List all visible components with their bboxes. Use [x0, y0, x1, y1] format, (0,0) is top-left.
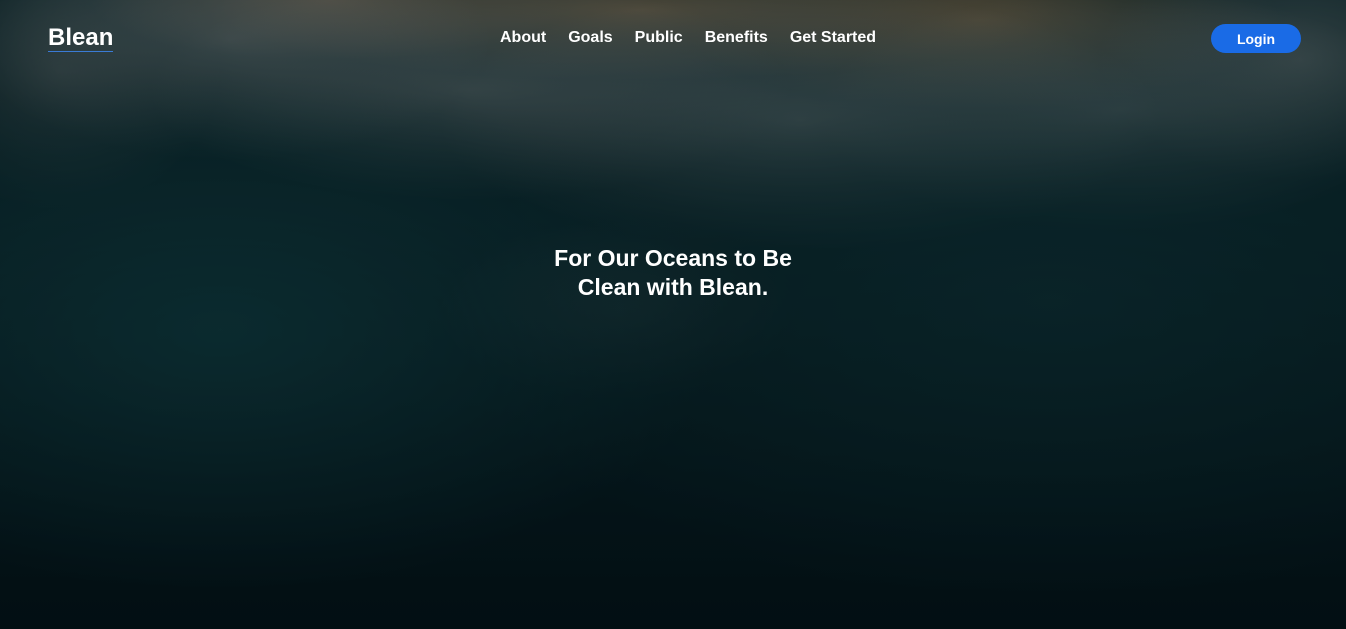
hero-headline: For Our Oceans to Be Clean with Blean.	[554, 245, 792, 300]
login-button[interactable]: Login	[1211, 24, 1301, 53]
nav-link-about[interactable]: About	[500, 29, 546, 47]
nav-link-get-started[interactable]: Get Started	[790, 29, 876, 47]
dark-overlay	[0, 0, 1346, 629]
nav-link-goals[interactable]: Goals	[568, 29, 612, 47]
hero-section: Blean About Goals Public Benefits Get St…	[0, 0, 1346, 629]
brand-logo[interactable]: Blean	[48, 24, 114, 52]
main-nav: About Goals Public Benefits Get Started	[500, 29, 876, 47]
nav-link-public[interactable]: Public	[635, 29, 683, 47]
nav-link-benefits[interactable]: Benefits	[705, 29, 768, 47]
